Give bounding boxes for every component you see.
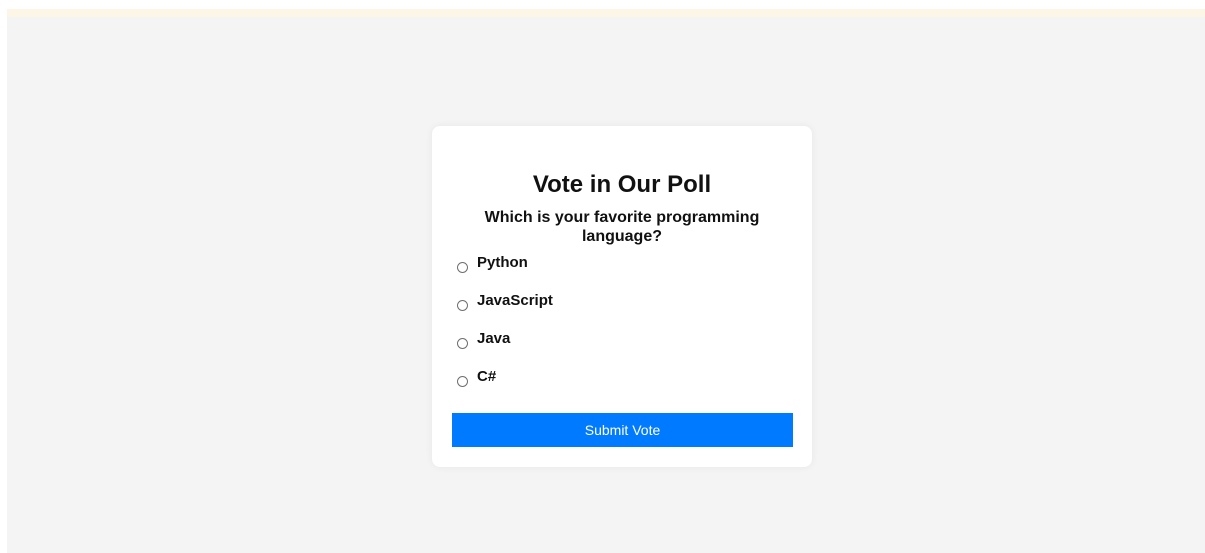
option-javascript[interactable]: JavaScript: [456, 290, 786, 328]
option-java[interactable]: Java: [456, 328, 786, 366]
poll-options: Python JavaScript Java C#: [456, 252, 786, 404]
top-strip: [7, 9, 1205, 17]
option-csharp[interactable]: C#: [456, 366, 786, 404]
radio-csharp[interactable]: [457, 376, 468, 387]
option-label-java[interactable]: Java: [477, 330, 510, 347]
option-label-javascript[interactable]: JavaScript: [477, 292, 553, 309]
page-background: Vote in Our Poll Which is your favorite …: [7, 9, 1205, 553]
radio-python[interactable]: [457, 262, 468, 273]
option-label-csharp[interactable]: C#: [477, 368, 496, 385]
poll-title: Vote in Our Poll: [532, 171, 712, 198]
submit-vote-button[interactable]: Submit Vote: [452, 413, 793, 447]
radio-java[interactable]: [457, 338, 468, 349]
radio-javascript[interactable]: [457, 300, 468, 311]
poll-question: Which is your favorite programming langu…: [484, 209, 760, 245]
poll-card: Vote in Our Poll Which is your favorite …: [432, 126, 812, 467]
option-label-python[interactable]: Python: [477, 254, 528, 271]
option-python[interactable]: Python: [456, 252, 786, 290]
